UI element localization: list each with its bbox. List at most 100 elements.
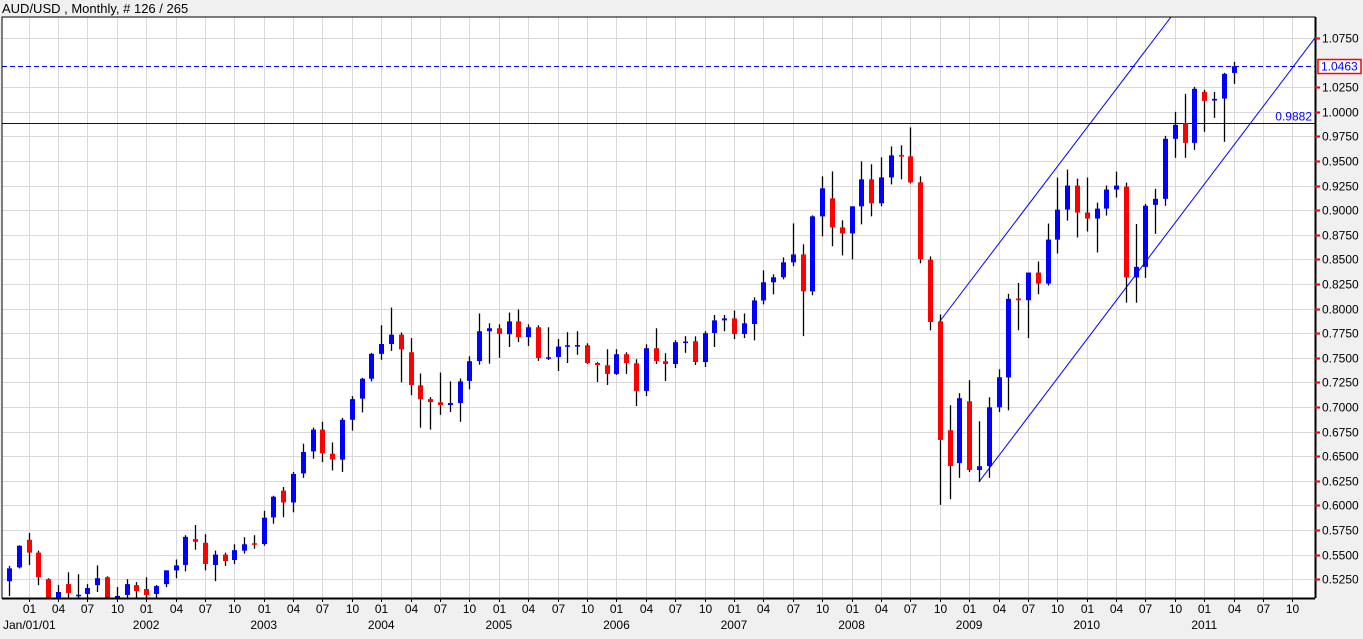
bullish-candle-body [1192, 88, 1197, 143]
bullish-candle-body [1065, 185, 1070, 210]
bearish-candle-body [1016, 298, 1021, 301]
bearish-candle-body [1036, 272, 1041, 284]
month-tick-label: 10 [228, 602, 242, 616]
bullish-candle-body [477, 331, 482, 362]
price-tick-label: 0.8250 [1322, 278, 1359, 292]
plot-area[interactable] [2, 17, 1315, 598]
bullish-candle-body [810, 216, 815, 292]
bearish-candle-body [134, 585, 139, 592]
month-tick-label: 04 [640, 602, 654, 616]
bullish-candle-body [174, 565, 179, 571]
bullish-candle-body [301, 451, 306, 474]
bullish-candle-body [369, 353, 374, 379]
bearish-candle-body [409, 352, 414, 385]
bearish-candle-body [516, 321, 521, 338]
bullish-candle-body [7, 568, 12, 582]
year-label: 2010 [1073, 618, 1100, 632]
bullish-candle-body [232, 550, 237, 561]
bearish-candle-body [899, 155, 904, 157]
bearish-candle-body [536, 327, 541, 358]
year-label: 2004 [368, 618, 395, 632]
bullish-candle-body [565, 345, 570, 347]
month-tick-label: 04 [52, 602, 66, 616]
bearish-candle-body [438, 402, 443, 406]
bullish-candle-body [1232, 66, 1237, 73]
month-tick-label: 07 [1139, 602, 1153, 616]
bullish-candle-body [673, 342, 678, 364]
price-tick-label: 0.7250 [1322, 376, 1359, 390]
candle [918, 176, 923, 264]
candle [810, 215, 815, 296]
bullish-candle-body [1095, 208, 1100, 219]
bullish-candle-body [154, 586, 159, 594]
price-tick-label: 0.5750 [1322, 524, 1359, 538]
bullish-candle-body [683, 341, 688, 344]
candlestick-chart[interactable]: 0.9882 0.5250 0.5500 0.5750 0.6000 0.6250 0.6… [0, 0, 1363, 639]
month-tick-label: 01 [963, 602, 977, 616]
bullish-candle-body [95, 578, 100, 586]
month-tick-label: 10 [463, 602, 477, 616]
bearish-candle-body [252, 543, 257, 545]
price-tick-label: 0.6250 [1322, 475, 1359, 489]
month-tick-label: 07 [434, 602, 448, 616]
candle [585, 343, 590, 364]
price-tick-label: 1.0250 [1322, 81, 1359, 95]
month-tick-label: 04 [993, 602, 1007, 616]
price-tick-label: 0.8500 [1322, 253, 1359, 267]
month-tick-label: 07 [316, 602, 330, 616]
bearish-candle-body [654, 348, 659, 361]
bearish-candle-body [66, 584, 71, 593]
month-tick-label: 07 [1257, 602, 1271, 616]
bullish-candle-body [1055, 209, 1060, 240]
price-tick-label: 0.8750 [1322, 229, 1359, 243]
month-tick-label: 01 [610, 602, 624, 616]
month-tick-label: 10 [1286, 602, 1300, 616]
bullish-candle-body [350, 399, 355, 420]
bearish-candle-body [1183, 123, 1188, 143]
bullish-candle-body [311, 429, 316, 452]
bullish-candle-body [1134, 266, 1139, 278]
price-tick-label: 0.7750 [1322, 327, 1359, 341]
month-tick-label: 10 [346, 602, 360, 616]
year-label: 2008 [838, 618, 865, 632]
bullish-candle-body [85, 588, 90, 594]
bullish-candle-body [1104, 189, 1109, 209]
month-tick-label: 07 [552, 602, 566, 616]
bullish-candle-body [262, 517, 267, 545]
bullish-candle-body [791, 254, 796, 263]
year-label: 2006 [603, 618, 630, 632]
bullish-candle-body [987, 407, 992, 467]
candle [1143, 203, 1148, 278]
bearish-candle-body [624, 354, 629, 364]
bullish-candle-body [458, 381, 463, 404]
price-tick-label: 0.9750 [1322, 130, 1359, 144]
bullish-candle-body [1046, 239, 1051, 284]
bullish-candle-body [448, 403, 453, 406]
bearish-candle-body [105, 577, 110, 598]
bearish-candle-body [840, 227, 845, 234]
bearish-candle-body [46, 579, 51, 598]
month-tick-label: 01 [728, 602, 742, 616]
bullish-candle-body [125, 584, 130, 595]
year-label: 2011 [1191, 618, 1217, 632]
bearish-candle-body [203, 542, 208, 564]
bullish-candle-body [183, 536, 188, 565]
time-axis[interactable]: 01 04 07 10 01 04 07 10 01 04 07 10 01 04 07 10 01 04 07 10… [3, 598, 1299, 632]
bullish-candle-body [507, 321, 512, 335]
month-tick-label: 04 [757, 602, 771, 616]
price-tick-label: 0.7000 [1322, 401, 1359, 415]
price-tick-label: 0.8000 [1322, 303, 1359, 317]
bullish-candle-body [526, 327, 531, 338]
bullish-candle-body [781, 262, 786, 278]
bullish-candle-body [771, 277, 776, 283]
bullish-candle-body [752, 300, 757, 325]
bullish-candle-body [1006, 298, 1011, 378]
bearish-candle-body [1085, 212, 1090, 219]
price-axis[interactable]: 0.5250 0.5500 0.5750 0.6000 0.6250 0.6500 0.67… [1315, 32, 1362, 587]
bullish-candle-body [389, 334, 394, 345]
price-tick-label: 0.6500 [1322, 450, 1359, 464]
candle [644, 344, 649, 396]
bullish-candle-body [820, 188, 825, 217]
bullish-candle-body [977, 466, 982, 470]
bullish-candle-body [487, 328, 492, 332]
